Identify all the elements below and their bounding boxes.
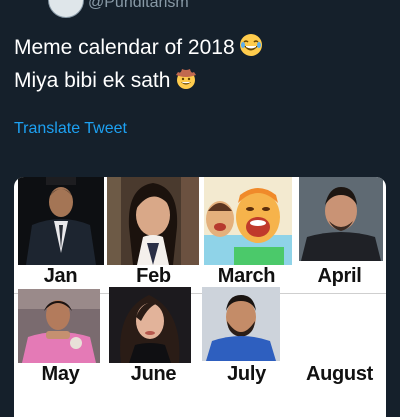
translate-tweet-link[interactable]: Translate Tweet [14,120,127,138]
calendar-cell-may: May [14,287,107,417]
month-label-june: June [130,363,177,385]
month-label-august: August [305,363,374,385]
tweet-media-image[interactable]: Jan Feb March April May June July August [14,177,386,417]
tweet-header: @Punditarism [0,0,400,22]
month-label-march: March [217,265,276,287]
month-label-feb: Feb [136,265,171,287]
calendar-cell-july: July [200,287,293,417]
tweet-text: Meme calendar of 2018 Miya bibi ek sath [14,33,394,99]
month-label-april: April [317,265,362,287]
photo-july [202,287,280,361]
avatar[interactable] [48,0,84,18]
photo-april [299,177,383,261]
user-handle[interactable]: @Punditarism [88,0,189,12]
tweet-text-line-2: Miya bibi ek sath [14,66,394,99]
month-label-may: May [41,363,80,385]
calendar-cell-march: March [200,177,293,297]
calendar-cell-june: June [107,287,200,417]
calendar-cell-april: April [293,177,386,297]
tweet-text-line-1: Meme calendar of 2018 [14,33,394,66]
photo-march [204,177,292,265]
photo-jan [18,177,104,265]
photo-may [18,289,100,363]
laughing-emoji-icon [239,33,263,66]
cowboy-emoji-icon [174,66,198,99]
month-label-jan: Jan [43,265,78,287]
photo-feb [107,177,199,265]
photo-june [109,287,191,363]
calendar-cell-jan: Jan [14,177,107,297]
month-label-july: July [227,363,266,385]
calendar-cell-feb: Feb [107,177,200,297]
calendar-cell-august: August [293,287,386,417]
